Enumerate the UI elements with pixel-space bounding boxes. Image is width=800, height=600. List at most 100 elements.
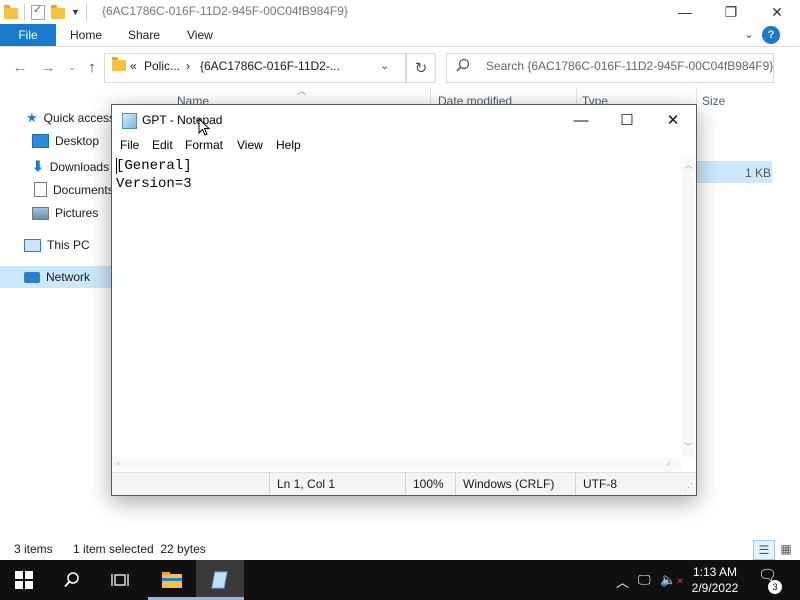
show-hidden-icons-chevron-icon[interactable]: ︿ [616,572,629,591]
maximize-button[interactable]: ❐ [708,0,754,24]
ribbon-bar [0,24,800,47]
search-icon [456,58,470,72]
expand-ribbon-chevron-icon[interactable]: ⌄ [744,27,754,41]
status-selection: 1 item selected 22 bytes [73,542,206,556]
minimize-button[interactable]: — [662,0,708,24]
menu-edit[interactable]: Edit [152,138,173,152]
address-overflow-chevron[interactable]: « [130,59,137,73]
document-icon [34,182,47,197]
menu-help[interactable]: Help [276,138,301,152]
nav-item-network[interactable]: Network [24,270,90,284]
forward-button[interactable]: → [38,57,58,77]
start-button[interactable] [0,560,48,600]
divider [405,473,406,494]
breadcrumb-separator[interactable]: › [186,59,190,73]
desktop-icon [32,134,49,148]
column-header-size[interactable]: Size [702,94,725,108]
search-icon [64,572,79,588]
system-clock[interactable]: 1:13 AM 2/9/2022 [686,564,744,596]
back-button[interactable]: ← [10,57,30,77]
task-view-icon [111,574,129,586]
document-content[interactable]: [General] Version=3 [116,157,192,193]
recent-locations-chevron-icon[interactable]: ⌄ [62,57,82,77]
line-ending: Windows (CRLF) [463,477,555,491]
download-arrow-icon: ⬇ [32,158,44,174]
menu-view[interactable]: View [237,138,263,152]
computer-icon [24,238,41,252]
address-dropdown-icon[interactable]: ⌄ [380,59,389,72]
ribbon-tab-view[interactable]: View [187,28,213,42]
text-editor-area[interactable] [113,156,681,457]
nav-label: Downloads [49,159,110,174]
action-center-device-icon[interactable]: 🖵 [638,572,651,588]
nav-item-pictures[interactable]: Pictures [32,206,98,220]
new-folder-icon[interactable] [51,4,65,19]
ribbon-tab-home[interactable]: Home [70,28,102,42]
notepad-title: GPT - Notepad [142,113,223,127]
notepad-minimize-button[interactable]: — [558,105,604,135]
nav-label: This PC [47,238,90,252]
help-icon[interactable]: ? [762,26,780,44]
task-view-button[interactable] [96,560,144,600]
notepad-icon [211,571,228,589]
vertical-scrollbar[interactable]: ︿ ﹀ [681,156,695,457]
file-size-cell: 1 KB [745,166,772,180]
nav-label: Desktop [55,134,100,148]
up-button[interactable]: ↑ [82,57,102,77]
star-icon: ★ [26,110,38,125]
properties-icon[interactable] [31,3,45,20]
scroll-right-icon[interactable]: › [667,458,670,468]
scroll-up-icon[interactable]: ︿ [684,158,693,171]
taskbar-notepad[interactable] [196,560,244,600]
refresh-button[interactable]: ↻ [406,53,436,83]
customize-toolbar-chevron-icon[interactable]: ▼ [71,7,80,17]
menu-file[interactable]: File [120,138,139,152]
close-button[interactable]: ✕ [754,0,800,24]
windows-logo-icon [15,571,33,589]
divider [575,473,576,494]
notepad-maximize-button[interactable]: ☐ [604,105,650,135]
volume-muted-icon[interactable]: 🔈✕ [660,572,684,588]
zoom-level: 100% [413,477,444,491]
pictures-icon [32,206,49,220]
taskbar-file-explorer[interactable] [148,560,196,600]
ribbon-tab-share[interactable]: Share [128,28,160,42]
nav-item-quick-access[interactable]: ★ Quick access [26,110,115,126]
nav-item-desktop[interactable]: Desktop [32,134,99,148]
notepad-close-button[interactable]: ✕ [650,105,696,135]
divider [85,4,87,20]
resize-grip-icon[interactable]: ⋰ [684,482,693,493]
network-icon [24,271,40,283]
menu-format[interactable]: Format [185,138,223,152]
folder-icon [112,57,126,71]
divider [269,473,270,494]
notification-count-badge: 3 [768,580,782,594]
details-view-button[interactable]: ☰ [753,540,775,560]
search-placeholder: Search {6AC1786C-016F-11D2-945F-00C04fB9… [486,59,774,73]
nav-item-downloads[interactable]: ⬇ Downloads [32,158,109,175]
nav-label: Network [46,270,91,284]
scroll-down-icon[interactable]: ﹀ [684,440,693,453]
clock-time: 1:13 AM [692,565,738,579]
large-icons-view-button[interactable]: ▦ [776,540,796,558]
nav-label: Quick access [43,111,116,125]
nav-label: Documents [53,182,114,197]
quick-access-toolbar: ▼ [4,3,87,20]
nav-item-this-pc[interactable]: This PC [24,238,90,252]
folder-icon[interactable] [4,4,18,19]
divider [24,4,25,20]
breadcrumb-current[interactable]: {6AC1786C-016F-11D2-... [200,59,340,73]
nav-item-documents[interactable]: Documents [34,182,114,197]
status-item-count: 3 items [14,542,53,556]
mouse-cursor-icon [198,118,210,136]
ribbon-tab-file[interactable]: File [0,24,56,46]
search-taskbar-button[interactable] [48,560,96,600]
scroll-left-icon[interactable]: ‹ [117,458,120,468]
breadcrumb-policies[interactable]: Polic... [144,59,180,73]
cursor-position: Ln 1, Col 1 [277,477,336,491]
nav-label: Pictures [55,206,99,220]
divider [455,473,456,494]
notepad-icon [122,113,137,129]
encoding: UTF-8 [583,477,617,491]
horizontal-scrollbar[interactable]: ‹ › [113,457,681,471]
